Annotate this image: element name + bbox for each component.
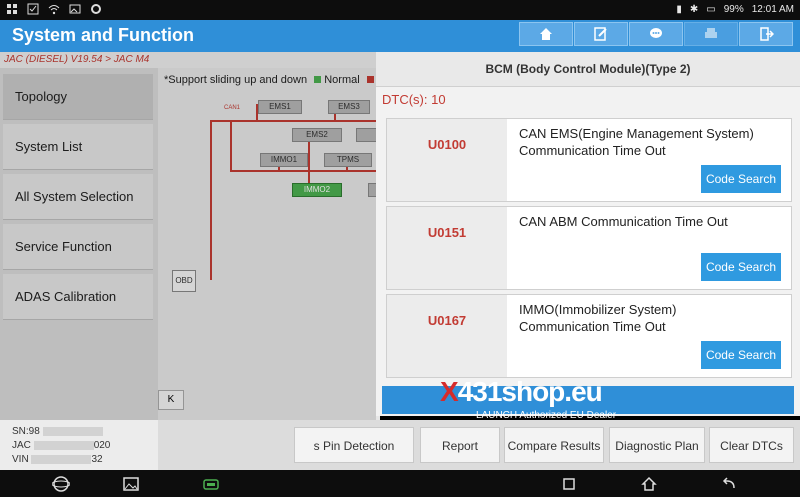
wifi-icon: [48, 3, 60, 15]
back-icon[interactable]: [720, 475, 738, 493]
sidebar-item-all-system-selection[interactable]: All System Selection: [3, 174, 153, 220]
browser-icon[interactable]: [52, 475, 70, 493]
dtc-description: CAN ABM Communication Time Out: [519, 214, 728, 229]
collapse-button[interactable]: K: [158, 390, 184, 410]
legend-error-swatch: [366, 76, 374, 83]
sidebar-item-system-list[interactable]: System List: [3, 124, 153, 170]
dtc-code: U0167: [427, 313, 467, 328]
node-ems3[interactable]: EMS3: [328, 100, 370, 114]
bus-line-lower: [230, 170, 380, 172]
sidebar-item-adas-calibration[interactable]: ADAS Calibration: [3, 274, 153, 320]
watermark-logo: X431shop.eu: [440, 376, 603, 407]
code-search-button[interactable]: Code Search: [701, 341, 781, 369]
bluetooth-icon: ✱: [689, 4, 699, 15]
recent-apps-icon[interactable]: [560, 475, 578, 493]
report-button[interactable]: Report: [420, 427, 500, 463]
status-right: ▮ ✱ ▭ 99% 12:01 AM: [676, 4, 794, 15]
gallery-icon[interactable]: [122, 475, 140, 493]
sidebar-item-service-function[interactable]: Service Function: [3, 224, 153, 270]
edit-icon: [594, 27, 607, 41]
panel-title: BCM (Body Control Module)(Type 2): [376, 52, 800, 87]
signal-icon: ▮: [676, 4, 682, 15]
exit-button[interactable]: [739, 22, 793, 46]
system-nav-bar: [0, 470, 800, 497]
exit-icon: [760, 27, 774, 41]
dtc-card: U0100 CAN EMS(Engine Management System) …: [386, 118, 792, 202]
page-title: System and Function: [12, 25, 195, 45]
home-nav-icon[interactable]: [640, 475, 658, 493]
dtc-code-box: U0100: [387, 119, 507, 201]
vehicle-info: SN:98 JAC 020 VIN 32: [0, 420, 158, 470]
sidebar: Topology System List All System Selectio…: [0, 68, 158, 420]
battery-icon: ▭: [706, 4, 716, 15]
print-button[interactable]: [684, 22, 738, 46]
status-bar: ▮ ✱ ▭ 99% 12:01 AM: [0, 0, 800, 20]
print-icon: [705, 28, 717, 38]
diagnostic-plan-button[interactable]: Diagnostic Plan: [609, 427, 705, 463]
status-icons: [6, 3, 102, 15]
dtc-card: U0151 CAN ABM Communication Time Out Cod…: [386, 206, 792, 290]
legend-normal-swatch: [314, 76, 322, 83]
chat-icon: [650, 28, 662, 38]
dtc-code-box: U0167: [387, 295, 507, 377]
sidebar-item-topology[interactable]: Topology: [3, 74, 153, 120]
node-immo1[interactable]: IMMO1: [260, 153, 308, 167]
pin-detection-button[interactable]: s Pin Detection: [294, 427, 414, 463]
breadcrumb: JAC (DIESEL) V19.54 > JAC M4: [0, 52, 380, 68]
clear-dtcs-button[interactable]: Clear DTCs: [709, 427, 794, 463]
dtc-panel: BCM (Body Control Module)(Type 2) DTC(s)…: [376, 52, 800, 416]
message-button[interactable]: [629, 22, 683, 46]
dtc-code: U0151: [427, 225, 467, 240]
app-header: System and Function: [0, 20, 800, 52]
checkbox-icon: [27, 3, 39, 15]
clock: 12:01 AM: [751, 4, 794, 15]
watermark: X431shop.eu LAUNCH Authorized EU Dealer: [440, 376, 640, 426]
vehicle-model: JAC 020: [12, 440, 111, 451]
compare-results-button[interactable]: Compare Results: [504, 427, 604, 463]
topology-note: *Support sliding up and down Normal: [164, 74, 374, 86]
node-ems1[interactable]: EMS1: [258, 100, 302, 114]
vci-icon[interactable]: [202, 475, 220, 493]
bottom-toolbar: s Pin Detection Report Compare Results D…: [158, 420, 800, 470]
legend-normal: Normal: [324, 74, 360, 86]
grid-icon: [6, 3, 18, 15]
topology-view[interactable]: *Support sliding up and down Normal CAN1…: [158, 68, 382, 420]
dtc-description: CAN EMS(Engine Management System) Commun…: [519, 126, 754, 158]
settings-icon: [90, 3, 102, 15]
bus-label: CAN1: [224, 105, 241, 111]
dtc-card: U0167 IMMO(Immobilizer System) Communica…: [386, 294, 792, 378]
dtc-code: U0100: [427, 137, 467, 152]
node-immo2[interactable]: IMMO2: [292, 183, 342, 197]
image-icon: [69, 3, 81, 15]
node-obd[interactable]: OBD: [172, 270, 196, 292]
node-ems2[interactable]: EMS2: [292, 128, 342, 142]
dtc-count: DTC(s): 10: [382, 92, 446, 107]
edit-button[interactable]: [574, 22, 628, 46]
serial-number: SN:98: [12, 426, 103, 437]
obd-line: [210, 120, 212, 280]
vin: VIN 32: [12, 454, 103, 465]
dtc-description: IMMO(Immobilizer System) Communication T…: [519, 302, 677, 334]
home-button[interactable]: [519, 22, 573, 46]
home-icon: [540, 28, 552, 40]
node-tpms[interactable]: TPMS: [324, 153, 372, 167]
battery-level: 99%: [723, 4, 744, 15]
bus-drop: [230, 120, 232, 172]
can-bus-line: [210, 120, 380, 122]
dtc-code-box: U0151: [387, 207, 507, 289]
code-search-button[interactable]: Code Search: [701, 253, 781, 281]
code-search-button[interactable]: Code Search: [701, 165, 781, 193]
